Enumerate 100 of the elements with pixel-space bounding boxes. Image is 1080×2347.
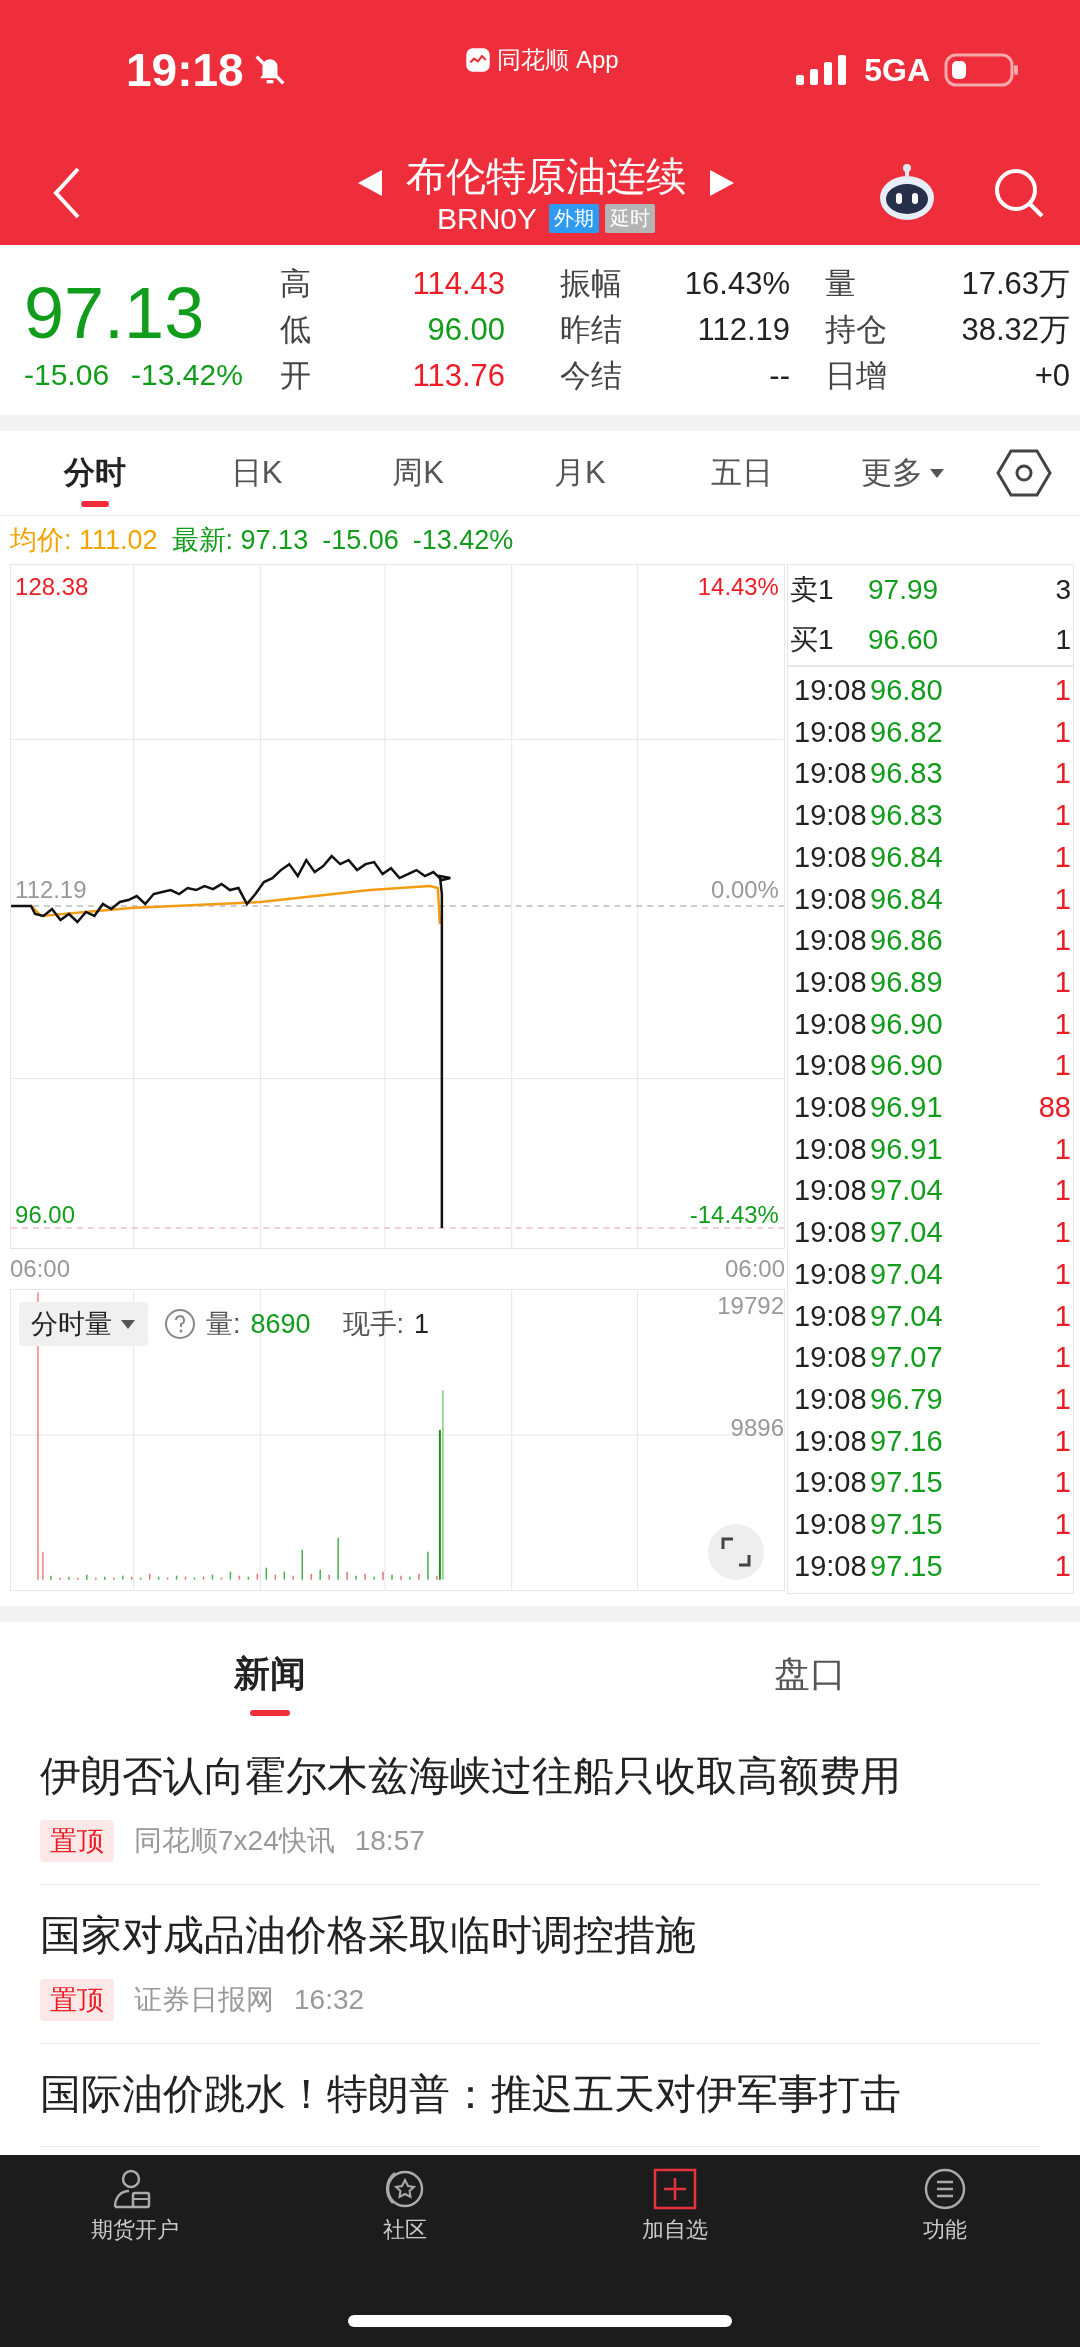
stat-value: 113.76 [412,357,505,395]
trade-time: 19:08 [794,1381,866,1417]
trade-time: 19:08 [794,881,866,917]
trade-time: 19:08 [794,1131,866,1167]
chart-tab[interactable]: 月K [499,431,661,515]
battery-icon [944,53,1020,87]
trade-price: 97.04 [869,1173,944,1209]
trade-volume: 1 [1054,1507,1071,1543]
stat-value: 112.19 [697,311,790,349]
trade-volume: 1 [1054,1006,1071,1042]
nav-item[interactable]: 功能 [810,2155,1080,2265]
trade-volume: 1 [1054,1381,1071,1417]
trade-price: 97.15 [869,1507,944,1543]
trade-price: 96.79 [869,1381,944,1417]
stat-label: 开 [280,357,311,395]
volume-bar [256,1572,259,1581]
axis-label: 14.43% [697,572,779,600]
help-icon[interactable] [164,1308,196,1340]
volume-bar [238,1574,241,1581]
market-tag: 延时 [605,204,655,233]
volume-label: 量: [206,1308,241,1341]
clock-time: 19:18 [126,43,244,97]
trade-time: 19:08 [794,756,866,792]
instrument-code: BRN0Y [436,201,537,236]
quote-price: 96.60 [867,624,940,656]
stat-label: 振幅 [560,265,622,303]
trade-price: 96.90 [869,1006,944,1042]
time-label: 06:00 [10,1255,71,1283]
current-hand-label: 现手: [342,1308,405,1341]
trade-volume: 1 [1054,964,1071,1000]
trade-volume: 1 [1054,1340,1071,1376]
trade-price: 97.04 [869,1215,944,1251]
axis-label: 9896 [730,1414,784,1442]
caret-icon [120,1318,136,1330]
trade-volume: 1 [1054,1423,1071,1459]
trade-time: 19:08 [794,1215,866,1251]
trade-volume: 1 [1054,756,1071,792]
chart-tab[interactable]: 五日 [660,431,823,515]
current-hand-value: 1 [414,1308,430,1340]
volume-selector[interactable]: 分时量 [19,1302,148,1346]
trade-volume: 1 [1054,1173,1071,1209]
latest-change: -15.06 [322,524,399,556]
trade-time: 19:08 [794,1298,866,1334]
nav-item[interactable]: 社区 [270,2155,540,2265]
news-headline[interactable]: 国际油价跳水！特朗普：推迟五天对伊军事打击 [40,2064,1040,2124]
trade-volume: 1 [1054,839,1071,875]
stat-value: 114.43 [412,265,505,303]
stat-label: 低 [280,311,311,349]
news-headline[interactable]: 国家对成品油价格采取临时调控措施 [40,1905,1040,1965]
chart-tab[interactable]: 日K [175,431,338,515]
quote-volume: 1 [1055,624,1071,656]
trade-price: 97.04 [869,1256,944,1292]
quote-volume: 3 [1055,574,1071,606]
axis-label: 19792 [717,1292,784,1320]
volume-bar [121,1574,124,1581]
trade-time: 19:08 [794,1048,866,1084]
trade-time: 19:08 [794,964,866,1000]
trade-volume: 1 [1054,1548,1071,1584]
stat-label: 量 [825,265,856,303]
trade-time: 19:08 [794,1548,866,1584]
trade-time: 19:08 [794,673,866,708]
trade-price: 97.16 [869,1423,944,1459]
app-label[interactable]: 同花顺 App [497,44,619,76]
stat-label: 高 [280,265,311,303]
trade-time: 19:08 [794,1256,866,1292]
chart-tab[interactable]: 分时 [14,431,176,515]
news-tab[interactable]: 新闻 [0,1622,540,1726]
axis-label: 128.38 [15,572,89,600]
axis-label: 0.00% [711,876,779,903]
trade-volume: 1 [1054,1256,1071,1292]
quote-price: 97.99 [867,574,940,606]
volume-bar [283,1570,286,1581]
trade-price: 96.84 [869,881,944,917]
pinned-tag: 置顶 [40,1820,114,1862]
trade-time: 19:08 [794,923,866,959]
trade-price: 96.86 [869,923,944,959]
fullscreen-button[interactable] [708,1524,764,1580]
stat-label: 持仓 [825,311,887,349]
volume-bar [247,1575,250,1581]
volume-bar [220,1576,223,1581]
trade-time: 19:08 [794,1006,866,1042]
previous-button[interactable] [356,167,384,198]
news-tab[interactable]: 盘口 [540,1622,1080,1726]
chart-tab[interactable]: 更多 [822,431,985,515]
nav-item[interactable]: 加自选 [540,2155,810,2265]
time-label: 06:00 [724,1255,785,1283]
latest-price: 最新: 97.13 [171,524,309,557]
volume-bar [148,1572,151,1581]
market-tag: 外期 [549,204,599,233]
network-label: 5GA [864,51,930,89]
percent-change: -13.42% [131,358,243,392]
news-headline[interactable]: 伊朗否认向霍尔木兹海峡过往船只收取高额费用 [40,1746,1040,1806]
average-price: 均价: 111.02 [10,524,158,557]
trade-price: 97.15 [869,1465,944,1501]
nav-item[interactable]: 期货开户 [0,2155,270,2265]
chart-tab[interactable]: 周K [337,431,499,515]
trade-volume: 1 [1054,1298,1071,1334]
trade-time: 19:08 [794,1090,866,1126]
next-button[interactable] [708,167,736,198]
settings-icon [996,448,1053,498]
